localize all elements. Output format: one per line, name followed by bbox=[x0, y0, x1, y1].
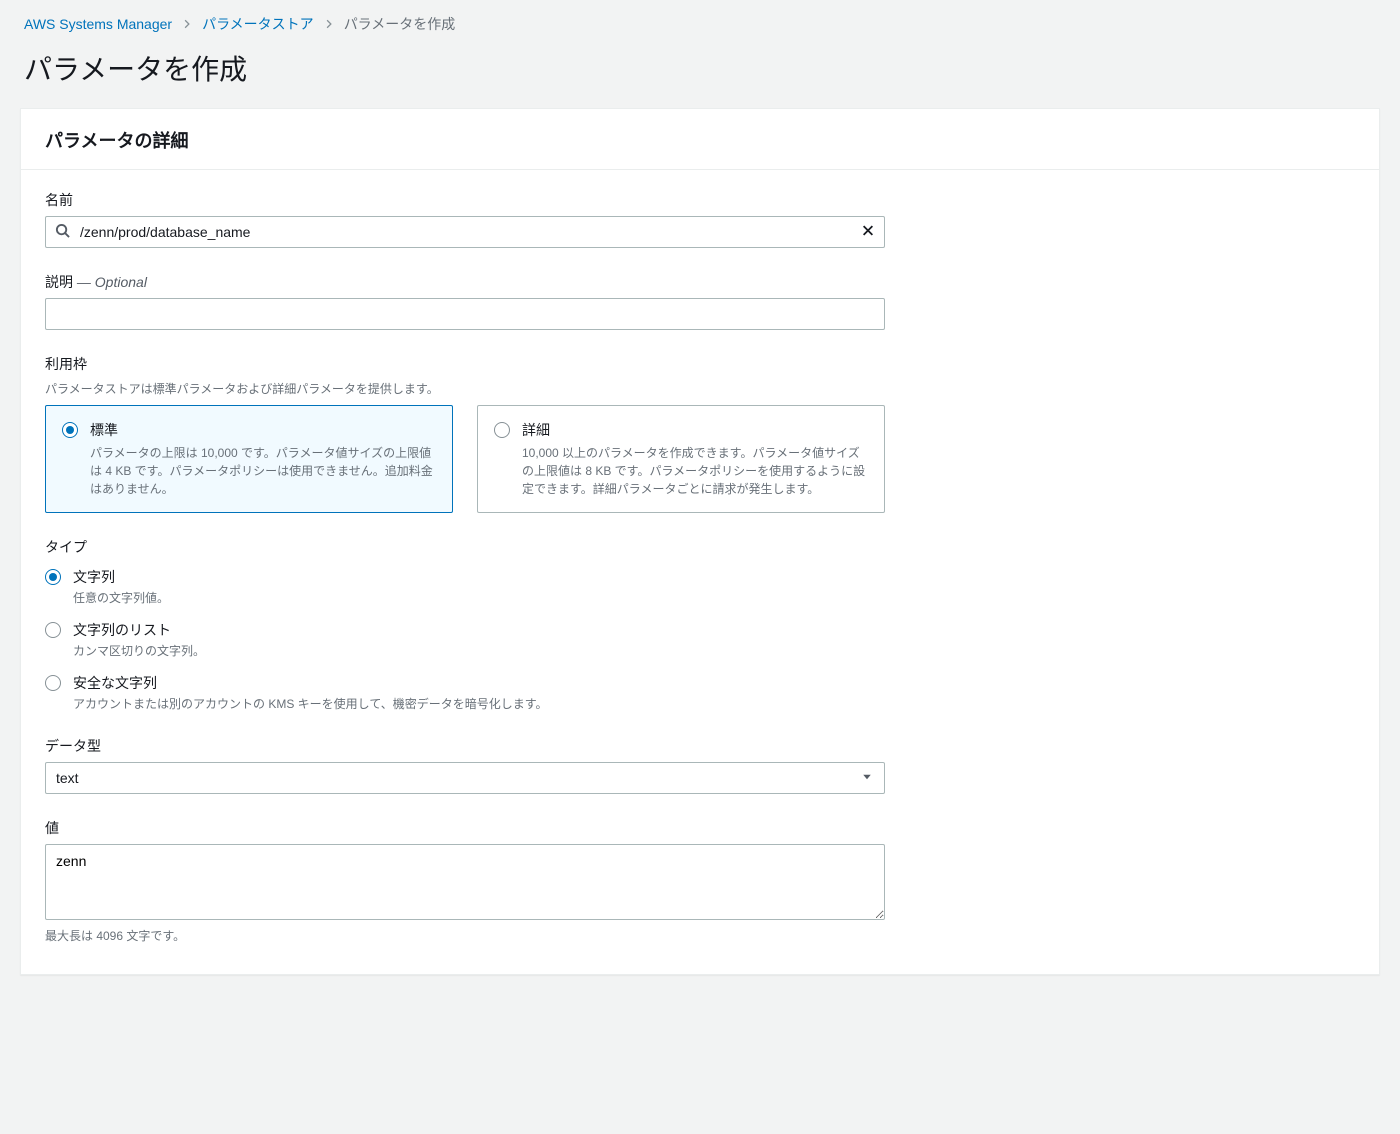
description-optional: — Optional bbox=[77, 274, 147, 290]
panel-title: パラメータの詳細 bbox=[45, 127, 1355, 153]
tier-standard-desc: パラメータの上限は 10,000 です。パラメータ値サイズの上限値は 4 KB … bbox=[90, 444, 436, 498]
name-input[interactable] bbox=[45, 216, 885, 248]
radio-icon bbox=[494, 422, 510, 438]
tier-standard-label: 標準 bbox=[90, 420, 436, 440]
description-label-text: 説明 bbox=[45, 274, 73, 290]
tier-option-advanced[interactable]: 詳細 10,000 以上のパラメータを作成できます。パラメータ値サイズの上限値は… bbox=[477, 405, 885, 513]
breadcrumb-current: パラメータを作成 bbox=[344, 14, 456, 34]
panel-header: パラメータの詳細 bbox=[21, 109, 1379, 170]
type-option-string[interactable]: 文字列 任意の文字列値。 bbox=[45, 567, 1355, 606]
radio-icon bbox=[62, 422, 78, 438]
type-string-desc: 任意の文字列値。 bbox=[73, 589, 169, 606]
caret-down-icon bbox=[861, 770, 873, 786]
search-icon bbox=[55, 223, 70, 241]
data-type-field: データ型 text bbox=[45, 736, 1355, 794]
type-stringlist-desc: カンマ区切りの文字列。 bbox=[73, 642, 205, 659]
description-input[interactable] bbox=[45, 298, 885, 330]
radio-icon bbox=[45, 675, 61, 691]
data-type-select[interactable]: text bbox=[45, 762, 885, 794]
chevron-right-icon bbox=[182, 16, 192, 32]
type-string-label: 文字列 bbox=[73, 567, 169, 587]
type-option-stringlist[interactable]: 文字列のリスト カンマ区切りの文字列。 bbox=[45, 620, 1355, 659]
tier-hint: パラメータストアは標準パラメータおよび詳細パラメータを提供します。 bbox=[45, 380, 1355, 397]
type-option-securestring[interactable]: 安全な文字列 アカウントまたは別のアカウントの KMS キーを使用して、機密デー… bbox=[45, 673, 1355, 712]
type-field: タイプ 文字列 任意の文字列値。 文字列のリスト カンマ区切りの文字列。 bbox=[45, 537, 1355, 712]
page-title: パラメータを作成 bbox=[0, 42, 1400, 108]
name-field: 名前 bbox=[45, 190, 1355, 248]
value-hint: 最大長は 4096 文字です。 bbox=[45, 927, 1355, 944]
name-label: 名前 bbox=[45, 190, 1355, 210]
tier-label: 利用枠 bbox=[45, 354, 1355, 374]
tier-field: 利用枠 パラメータストアは標準パラメータおよび詳細パラメータを提供します。 標準… bbox=[45, 354, 1355, 513]
radio-icon bbox=[45, 569, 61, 585]
value-textarea[interactable] bbox=[45, 844, 885, 920]
radio-icon bbox=[45, 622, 61, 638]
breadcrumb-parent-link[interactable]: パラメータストア bbox=[202, 14, 314, 34]
type-stringlist-label: 文字列のリスト bbox=[73, 620, 205, 640]
parameter-details-panel: パラメータの詳細 名前 説明 — Optional bbox=[20, 108, 1380, 975]
type-securestring-desc: アカウントまたは別のアカウントの KMS キーを使用して、機密データを暗号化しま… bbox=[73, 695, 548, 712]
description-label: 説明 — Optional bbox=[45, 272, 1355, 292]
description-field: 説明 — Optional bbox=[45, 272, 1355, 330]
type-securestring-label: 安全な文字列 bbox=[73, 673, 548, 693]
chevron-right-icon bbox=[324, 16, 334, 32]
value-label: 値 bbox=[45, 818, 1355, 838]
type-label: タイプ bbox=[45, 537, 1355, 557]
value-field: 値 最大長は 4096 文字です。 bbox=[45, 818, 1355, 944]
tier-advanced-desc: 10,000 以上のパラメータを作成できます。パラメータ値サイズの上限値は 8 … bbox=[522, 444, 868, 498]
tier-option-standard[interactable]: 標準 パラメータの上限は 10,000 です。パラメータ値サイズの上限値は 4 … bbox=[45, 405, 453, 513]
tier-advanced-label: 詳細 bbox=[522, 420, 868, 440]
data-type-label: データ型 bbox=[45, 736, 1355, 756]
breadcrumb: AWS Systems Manager パラメータストア パラメータを作成 bbox=[0, 0, 1400, 42]
clear-icon[interactable] bbox=[861, 224, 875, 241]
breadcrumb-root-link[interactable]: AWS Systems Manager bbox=[24, 16, 172, 32]
